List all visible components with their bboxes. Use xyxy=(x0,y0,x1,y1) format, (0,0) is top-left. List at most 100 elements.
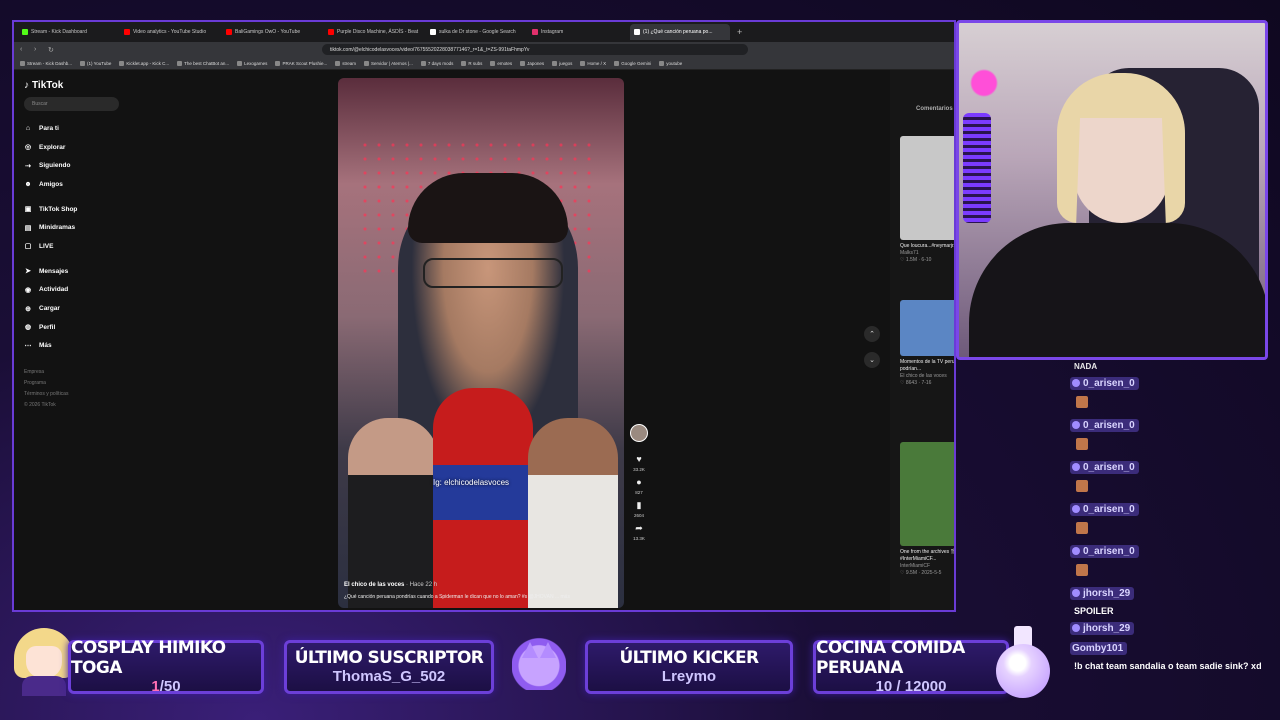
action-button[interactable]: ● 827 xyxy=(633,477,645,495)
footer-link[interactable]: © 2026 TikTok xyxy=(24,400,119,411)
last-kicker-panel: ÚLTIMO KICKER Lreymo xyxy=(585,640,793,694)
nav-item[interactable]: ▤ Minidramas xyxy=(24,218,119,237)
nav-item[interactable]: ◎ Explorar xyxy=(24,138,119,157)
comments-tab[interactable]: Comentarios xyxy=(916,106,953,112)
bookmark-item[interactable]: youtube xyxy=(659,60,682,66)
tiktok-logo[interactable]: ♪ TikTok xyxy=(24,80,119,91)
new-tab-button[interactable]: + xyxy=(732,27,747,37)
video-player[interactable]: Ig: elchicodelasvoces El chico de las vo… xyxy=(338,78,624,608)
bookmark-label: Google Gemini xyxy=(621,60,652,66)
recommended-video[interactable]: Momentos de la TV peruana que podrían...… xyxy=(900,300,954,387)
bookmark-item[interactable]: The best ChatBot an... xyxy=(177,60,229,66)
browser-tab[interactable]: Purple Disco Machine, ÁSDÍS - Beat xyxy=(324,24,424,40)
bookmark-item[interactable]: Kicklet.app - Kick C... xyxy=(119,60,169,66)
action-button[interactable]: ♥ 33.2K xyxy=(633,454,645,472)
chat-username[interactable]: 0_arisen_0 xyxy=(1070,418,1139,432)
recommended-video[interactable]: One from the archives 🎬 ⚽ #InterMiamiCF.… xyxy=(900,442,954,577)
address-bar: ‹ › ↻ tiktok.com/@elchicodelasvoces/vide… xyxy=(14,42,954,57)
tiktok-page: ♪ TikTok Buscar ⌂ Para ti ◎ Explorar ⇢ Siguie… xyxy=(14,70,954,610)
footer-link[interactable]: Empresa xyxy=(24,367,119,378)
video-author[interactable]: El chico de las voces · Hace 22 h xyxy=(344,582,437,588)
bookmark-item[interactable]: Home / X xyxy=(580,60,607,66)
nav-item-label: Minidramas xyxy=(39,224,76,232)
bookmark-item[interactable]: Stream - Kick Dashb... xyxy=(20,60,72,66)
following-icon: ⇢ xyxy=(25,162,31,170)
recommended-stats: ♡ 8643 · 7-16 xyxy=(900,380,932,386)
url-field[interactable]: tiktok.com/@elchicodelasvoces/video/7675… xyxy=(322,44,748,55)
tab-label: Instagram xyxy=(541,29,564,35)
browser-tab[interactable]: (1) ¿Qué canción peruana po... xyxy=(630,24,730,40)
nav-item[interactable]: ☻ Amigos xyxy=(24,175,119,194)
nav-item[interactable]: ▢ LIVE xyxy=(24,237,119,256)
nav-item[interactable]: ⇢ Siguiendo xyxy=(24,156,119,175)
back-icon[interactable]: ‹ xyxy=(20,46,28,53)
bookmark-label: PRAK Scout Plushie... xyxy=(282,60,328,66)
chat-last-message: Gomby101 !b chat team sandalia o team sa… xyxy=(1070,638,1278,672)
action-button[interactable]: ▮ 2604 xyxy=(633,500,645,518)
footer-link[interactable]: Programa xyxy=(24,378,119,389)
bookmark-label: emotes xyxy=(497,60,513,66)
chat-username[interactable]: 0_arisen_0 xyxy=(1070,502,1139,516)
bookmark-icon xyxy=(335,60,341,66)
nav-item-label: Actividad xyxy=(39,286,69,294)
search-input[interactable]: Buscar xyxy=(24,97,119,111)
video-author-name: El chico de las voces xyxy=(344,582,405,588)
bookmark-item[interactable]: Google Gemini xyxy=(614,60,652,66)
chat-username-text: 0_arisen_0 xyxy=(1083,545,1135,557)
video-figure-right xyxy=(528,418,618,608)
reload-icon[interactable]: ↻ xyxy=(48,46,56,54)
recommended-video[interactable]: Que loucura...#neymarjr... Malks71 ♡ 1.5M … xyxy=(900,136,954,264)
video-time: · Hace 22 h xyxy=(406,582,438,588)
nav-item[interactable]: ⊕ Cargar xyxy=(24,299,119,318)
goal-panel-cosplay: COSPLAY HIMIKO TOGA 1/50 xyxy=(68,638,264,695)
user-badge-icon xyxy=(1072,463,1080,471)
bookmark-item[interactable]: Japones xyxy=(520,60,544,66)
creator-avatar[interactable] xyxy=(630,424,648,442)
browser-tab[interactable]: BaliGamings OwO - YouTube xyxy=(222,24,322,40)
bookmark-label: juegos xyxy=(559,60,573,66)
chat-username[interactable]: 0_arisen_0 xyxy=(1070,460,1139,474)
recommended-thumbnail xyxy=(900,136,954,240)
bookmark-item[interactable]: emotes xyxy=(490,60,513,66)
browser-tab[interactable]: Video analytics - YouTube Studio xyxy=(120,24,220,40)
chat-username-text: Gomby101 xyxy=(1072,643,1124,654)
bookmark-label: Servidor | Aternos |... xyxy=(370,60,413,66)
tiktok-sidebar: ♪ TikTok Buscar ⌂ Para ti ◎ Explorar ⇢ Siguie… xyxy=(24,80,119,411)
bookmark-item[interactable]: stream xyxy=(335,60,356,66)
bookmark-item[interactable]: PRAK Scout Plushie... xyxy=(275,60,328,66)
bookmark-item[interactable]: R subs xyxy=(461,60,482,66)
chat-username[interactable]: Gomby101 xyxy=(1070,642,1128,655)
browser-tab[interactable]: sulka de Dr stone - Google Search xyxy=(426,24,526,40)
chat-username[interactable]: 0_arisen_0 xyxy=(1070,544,1139,558)
chat-username[interactable]: jhorsh_29 xyxy=(1070,586,1135,600)
bookmark-item[interactable]: (1) YouTube xyxy=(80,60,111,66)
footer-link[interactable]: Términos y políticas xyxy=(24,389,119,400)
nav-item[interactable]: ⌂ Para ti xyxy=(24,119,119,138)
forward-icon[interactable]: › xyxy=(34,46,42,53)
nav-item[interactable]: ➤ Mensajes xyxy=(24,262,119,281)
potion-icon xyxy=(994,626,1052,700)
chevron-down-icon[interactable]: ⌄ xyxy=(864,352,880,368)
nav-item[interactable]: ▣ TikTok Shop xyxy=(24,200,119,219)
user-badge-icon xyxy=(1072,421,1080,429)
nav-item[interactable]: ◍ Perfil xyxy=(24,318,119,337)
goal-target: /50 xyxy=(159,678,181,695)
bookmark-item[interactable]: Servidor | Aternos |... xyxy=(363,60,413,66)
chevron-up-icon[interactable]: ⌃ xyxy=(864,326,880,342)
chat-username[interactable]: 0_arisen_0 xyxy=(1070,376,1139,390)
nav-item[interactable]: ⋯ Más xyxy=(24,337,119,356)
tab-favicon-icon xyxy=(124,29,130,35)
chat-message-text: !b chat team sandalia o team sadie sink?… xyxy=(1074,661,1262,671)
chat-message-text: SPOILER xyxy=(1074,606,1114,616)
upload-icon: ⊕ xyxy=(25,305,31,313)
action-button[interactable]: ➦ 13.3K xyxy=(633,523,645,541)
bookmark-item[interactable]: juegos xyxy=(552,60,573,66)
bookmark-label: Home / X xyxy=(587,60,607,66)
nav-item-label: Mensajes xyxy=(39,267,69,275)
bookmark-item[interactable]: Lexogames xyxy=(237,60,267,66)
nav-item[interactable]: ◉ Actividad xyxy=(24,281,119,300)
user-badge-icon xyxy=(1072,505,1080,513)
browser-tab[interactable]: Stream - Kick Dashboard xyxy=(18,24,118,40)
browser-tab[interactable]: Instagram xyxy=(528,24,628,40)
bookmark-item[interactable]: 7 days mods xyxy=(420,60,453,66)
